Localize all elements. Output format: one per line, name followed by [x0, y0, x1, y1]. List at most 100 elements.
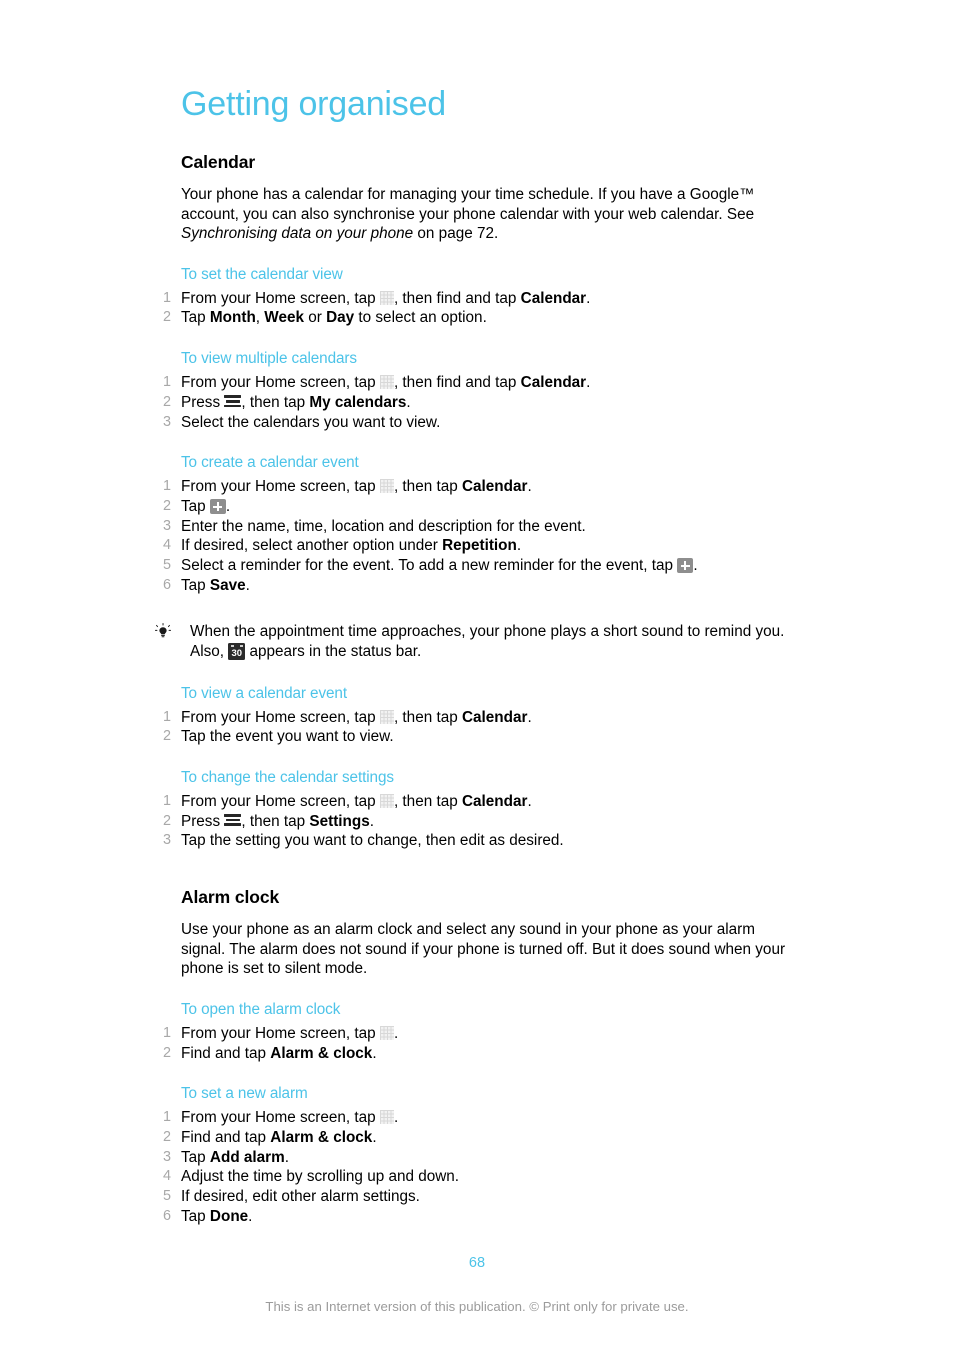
list-item: 5 Select a reminder for the event. To ad… [163, 556, 821, 576]
step-bold-repetition: Repetition [442, 537, 517, 555]
step-text-a: Select a reminder for the event. To add … [181, 557, 678, 575]
plus-icon [677, 558, 694, 574]
step-number: 2 [162, 309, 171, 326]
app-grid-icon [379, 1110, 394, 1125]
alarm-clock-intro-paragraph: Use your phone as an alarm clock and sel… [181, 921, 786, 978]
step-number: 6 [162, 1207, 171, 1224]
document-page: Getting organised Calendar Your phone ha… [0, 0, 954, 1350]
list-item: 2 Tap the event you want to view. [163, 727, 821, 747]
calendar-intro-paragraph: Your phone has a calendar for managing y… [181, 185, 793, 244]
step-text-a: Press [181, 393, 225, 411]
menu-icon [224, 814, 242, 827]
list-item: 1 From your Home screen, tap . [163, 1108, 821, 1128]
list-item: 4 If desired, select another option unde… [163, 536, 821, 556]
calendar-intro-part2: on page 72. [413, 225, 499, 243]
procedure-steps-set-calendar-view: 1 From your Home screen, tap , then find… [0, 289, 954, 328]
step-text-c: . [527, 708, 532, 726]
step-text-b: , then tap [241, 393, 310, 411]
step-bold-settings: Settings [309, 812, 370, 830]
step-bold-save: Save [209, 576, 246, 594]
step-text-b: , then tap [393, 792, 462, 810]
calendar-icon-day-number: 30 [231, 648, 243, 660]
procedure-title-view-multiple-calendars: To view multiple calendars [181, 350, 357, 368]
list-item: 6 Tap Save. [163, 576, 821, 596]
step-number: 2 [162, 812, 171, 829]
step-text-a: Find and tap [181, 1128, 271, 1146]
step-bold-my-calendars: My calendars [309, 393, 407, 411]
step-number: 1 [162, 1109, 171, 1126]
step-text-a: From your Home screen, tap [181, 289, 380, 307]
procedure-title-change-calendar-settings: To change the calendar settings [181, 768, 394, 786]
list-item: 5 If desired, edit other alarm settings. [163, 1187, 821, 1207]
step-text-a: Enter the name, time, location and descr… [181, 517, 586, 535]
step-number: 6 [162, 576, 171, 593]
step-number: 5 [162, 557, 171, 574]
step-text-a: Find and tap [181, 1044, 271, 1062]
list-item: 1 From your Home screen, tap . [163, 1024, 821, 1044]
procedure-title-set-calendar-view: To set the calendar view [181, 265, 343, 283]
step-bold-calendar: Calendar [461, 792, 528, 810]
list-item: 1 From your Home screen, tap , then tap … [163, 477, 821, 497]
step-text-c: . [225, 498, 231, 515]
step-text-c: . [516, 537, 522, 555]
step-text-c: . [245, 576, 250, 594]
step-number: 3 [162, 832, 171, 849]
step-text-c: . [284, 1148, 289, 1166]
list-item: 2 Tap . [163, 497, 821, 517]
step-text-a: If desired, edit other alarm settings. [181, 1188, 420, 1206]
step-text-a: Tap [181, 498, 210, 515]
tip-text: When the appointment time approaches, yo… [190, 622, 820, 663]
list-item: 2 Tap Month, Week or Day to select an op… [163, 308, 821, 328]
step-number: 4 [162, 1168, 171, 1185]
lightbulb-icon [154, 622, 172, 641]
procedure-steps-create-calendar-event: 1 From your Home screen, tap , then tap … [0, 477, 954, 595]
step-number: 2 [162, 1128, 171, 1145]
list-item: 4 Adjust the time by scrolling up and do… [163, 1167, 821, 1187]
step-text-a: From your Home screen, tap [181, 478, 380, 496]
app-grid-icon [379, 793, 394, 808]
step-text-a: From your Home screen, tap [181, 1109, 380, 1127]
procedure-steps-set-new-alarm: 1 From your Home screen, tap . 2 Find an… [0, 1108, 954, 1226]
step-number: 1 [162, 478, 171, 495]
step-number: 1 [162, 374, 171, 391]
step-text-c: . [369, 812, 374, 830]
step-bold-done: Done [209, 1207, 249, 1225]
step-bold-calendar: Calendar [520, 374, 587, 392]
step-text-c: . [527, 478, 532, 496]
tip-block: When the appointment time approaches, yo… [155, 622, 821, 663]
plus-icon [209, 499, 226, 514]
step-text-a: Tap the event you want to view. [181, 728, 394, 746]
step-text-c: . [248, 1207, 253, 1225]
list-item: 2 Press , then tap Settings. [163, 812, 821, 832]
list-item: 2 Press , then tap My calendars. [163, 393, 821, 413]
step-text-b: , then find and tap [393, 289, 521, 307]
list-item: 1 From your Home screen, tap , then find… [163, 289, 821, 309]
step-text-b: , then find and tap [393, 374, 521, 392]
list-item: 3 Tap Add alarm. [163, 1148, 821, 1168]
step-text-b: , then tap [241, 812, 310, 830]
step-text-a: Press [181, 812, 225, 830]
step-text-c: . [372, 1044, 377, 1062]
step-text-a: From your Home screen, tap [181, 792, 380, 810]
procedure-steps-view-calendar-event: 1 From your Home screen, tap , then tap … [0, 708, 954, 747]
list-item: 1 From your Home screen, tap , then tap … [163, 792, 821, 812]
step-number: 3 [162, 517, 171, 534]
step-number: 1 [162, 1024, 171, 1041]
step-number: 1 [162, 792, 171, 809]
step-text-a: From your Home screen, tap [181, 1024, 380, 1042]
step-text-c: . [393, 1024, 399, 1042]
page-title: Getting organised [181, 85, 446, 123]
step-text-c: . [586, 374, 591, 392]
list-item: 1 From your Home screen, tap , then tap … [163, 708, 821, 728]
list-item: 1 From your Home screen, tap , then find… [163, 373, 821, 393]
step-bold-day: Day [326, 309, 355, 327]
section-heading-alarm-clock: Alarm clock [181, 887, 280, 908]
step-number: 1 [162, 708, 171, 725]
tip-text-b: appears in the status bar. [245, 643, 422, 661]
section-heading-calendar: Calendar [181, 152, 256, 172]
procedure-steps-open-alarm-clock: 1 From your Home screen, tap . 2 Find an… [0, 1024, 954, 1063]
step-text-a: If desired, select another option under [181, 537, 443, 555]
step-number: 5 [162, 1188, 171, 1205]
menu-icon [224, 395, 242, 408]
list-item: 3 Enter the name, time, location and des… [163, 517, 821, 537]
